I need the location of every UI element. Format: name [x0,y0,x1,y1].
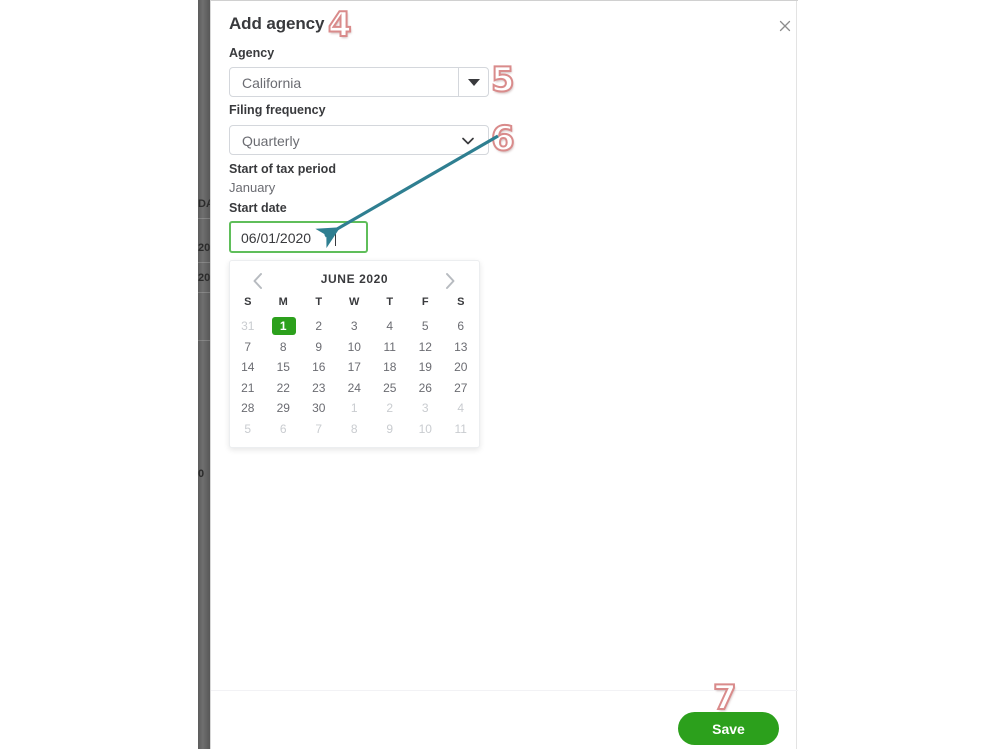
calendar-dow-5: F [421,296,429,308]
start-date-input-value: 06/01/2020 [241,230,312,246]
calendar-day[interactable]: 16 [301,357,337,378]
agency-label: Agency [229,46,275,60]
calendar-day[interactable]: 8 [266,337,302,358]
calendar-day[interactable]: 7 [230,337,266,358]
calendar-day[interactable]: 25 [372,378,408,399]
page-background-left [0,0,198,749]
calendar-day[interactable]: 7 [301,419,337,440]
calendar-day[interactable]: 23 [301,378,337,399]
calendar-week-row: 31 1 2 3 4 5 6 [230,316,479,337]
start-of-tax-period-label: Start of tax period [229,162,336,176]
calendar-week-row: 28 29 30 1 2 3 4 [230,398,479,419]
calendar-dow-6: S [457,296,465,308]
calendar-day-selected[interactable]: 1 [266,316,302,337]
filing-frequency-select[interactable]: Quarterly [229,125,489,155]
background-text-fragment: DA [198,198,210,210]
calendar-day[interactable]: 17 [337,357,373,378]
caret-down-icon[interactable] [468,79,480,86]
close-icon[interactable] [775,16,795,36]
page-title: Add agency [229,14,325,33]
filing-frequency-label: Filing frequency [229,103,326,117]
calendar-day[interactable]: 4 [443,398,479,419]
page-background-right [797,0,999,749]
start-date-input[interactable]: 06/01/2020 [229,221,368,253]
calendar-day[interactable]: 10 [337,337,373,358]
calendar-day[interactable]: 4 [372,316,408,337]
background-text-fragment: 20 [198,242,210,254]
calendar-day[interactable]: 20 [443,357,479,378]
start-of-tax-period-value: January [229,180,276,195]
calendar-day[interactable]: 2 [372,398,408,419]
start-date-label: Start date [229,201,287,215]
calendar-day[interactable]: 1 [337,398,373,419]
calendar-day[interactable]: 26 [408,378,444,399]
chevron-left-icon[interactable] [246,269,270,293]
calendar-day[interactable]: 15 [266,357,302,378]
panel-header: Add agency [229,12,791,42]
modal-overlay-dim-strip: DA 20 20 0 [198,0,210,749]
calendar-day[interactable]: 11 [443,419,479,440]
calendar-day[interactable]: 27 [443,378,479,399]
calendar-day[interactable]: 21 [230,378,266,399]
calendar-dow-4: T [386,296,394,308]
calendar-day-grid[interactable]: 31 1 2 3 4 5 6 7 8 9 10 11 12 13 14 15 16 17 18 19 20 21 22 23 2… [230,316,479,439]
calendar-dow-2: T [315,296,323,308]
calendar-dow-3: W [349,296,360,308]
calendar-dow-0: S [244,296,252,308]
filing-frequency-select-value: Quarterly [242,133,300,149]
calendar-day[interactable]: 9 [372,419,408,440]
date-picker-calendar[interactable]: JUNE 2020 SMTWTFS 31 1 2 3 4 5 6 7 8 9 10 11 12 13 14 1… [229,260,480,448]
calendar-day[interactable]: 28 [230,398,266,419]
background-text-fragment: 0 [198,468,205,480]
calendar-day[interactable]: 5 [230,419,266,440]
agency-select-divider [458,68,459,96]
calendar-header: JUNE 2020 [230,267,479,295]
calendar-week-row: 5 6 7 8 9 10 11 [230,419,479,440]
add-agency-panel: Add agency Agency California Filing freq… [210,0,798,749]
background-text-fragment: 20 [198,272,210,284]
footer-divider [211,690,798,691]
calendar-day[interactable]: 3 [337,316,373,337]
calendar-day[interactable]: 24 [337,378,373,399]
chevron-down-icon[interactable] [460,134,476,153]
calendar-day[interactable]: 18 [372,357,408,378]
agency-select-value: California [242,75,302,91]
chevron-right-icon[interactable] [438,269,462,293]
save-button[interactable]: Save [678,712,779,745]
calendar-day[interactable]: 6 [443,316,479,337]
calendar-day[interactable]: 13 [443,337,479,358]
calendar-week-row: 21 22 23 24 25 26 27 [230,378,479,399]
calendar-day[interactable]: 8 [337,419,373,440]
calendar-day[interactable]: 6 [266,419,302,440]
calendar-day[interactable]: 19 [408,357,444,378]
calendar-day[interactable]: 9 [301,337,337,358]
calendar-day[interactable]: 3 [408,398,444,419]
calendar-day[interactable]: 10 [408,419,444,440]
agency-select[interactable]: California [229,67,489,97]
panel-top-border [211,0,798,1]
calendar-day-headers: SMTWTFS [230,296,479,308]
calendar-day[interactable]: 2 [301,316,337,337]
calendar-day[interactable]: 14 [230,357,266,378]
calendar-week-row: 14 15 16 17 18 19 20 [230,357,479,378]
calendar-day[interactable]: 29 [266,398,302,419]
calendar-day[interactable]: 22 [266,378,302,399]
calendar-day[interactable]: 30 [301,398,337,419]
text-cursor [335,229,336,246]
calendar-day[interactable]: 31 [230,316,266,337]
calendar-week-row: 7 8 9 10 11 12 13 [230,337,479,358]
calendar-dow-1: M [278,296,288,308]
calendar-day[interactable]: 12 [408,337,444,358]
calendar-day[interactable]: 11 [372,337,408,358]
calendar-day[interactable]: 5 [408,316,444,337]
